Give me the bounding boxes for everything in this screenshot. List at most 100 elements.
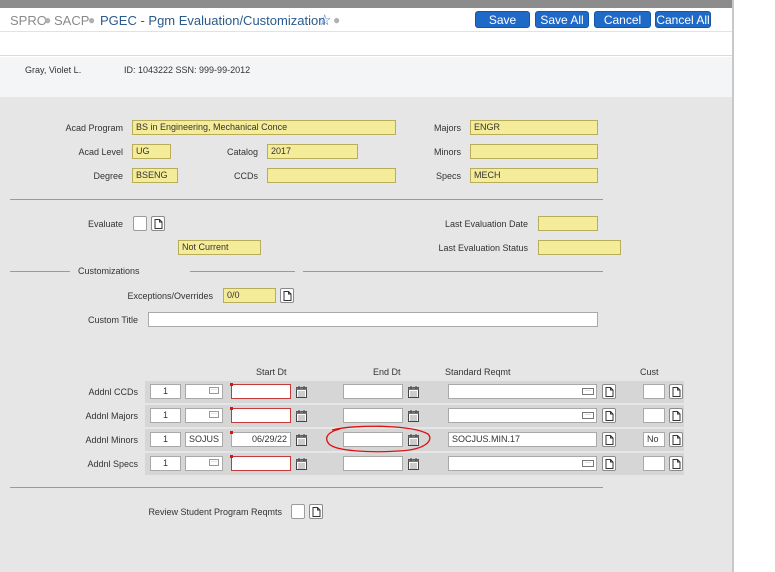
start-date-field[interactable]: 06/29/22 (231, 432, 291, 447)
minors-field[interactable] (470, 144, 598, 159)
lookup-icon[interactable]: ··· (582, 460, 594, 467)
end-date-calendar-icon[interactable] (408, 457, 421, 471)
start-date-field[interactable] (231, 456, 291, 471)
start-date-field[interactable] (231, 408, 291, 423)
lookup-icon[interactable]: ··· (209, 459, 219, 466)
majors-label: Majors (433, 123, 461, 133)
exceptions-label: Exceptions/Overrides (127, 291, 213, 301)
lookup-icon[interactable]: ··· (582, 388, 594, 395)
exceptions-detail-icon[interactable] (280, 288, 294, 303)
custom-title-label: Custom Title (87, 315, 138, 325)
last-eval-date-field[interactable] (538, 216, 598, 231)
divider (303, 271, 603, 272)
end-date-field[interactable] (343, 456, 403, 471)
review-checkbox[interactable] (291, 504, 305, 519)
sequence-field[interactable]: 1 (150, 384, 181, 399)
end-date-header: End Dt (373, 367, 401, 377)
save-all-button[interactable]: Save All (535, 11, 589, 28)
cancel-button[interactable]: Cancel (594, 11, 651, 28)
divider (10, 487, 603, 488)
student-header (0, 57, 732, 97)
breadcrumb-spro[interactable]: SPRO (10, 13, 47, 28)
sequence-field[interactable]: 1 (150, 432, 181, 447)
student-ids: ID: 1043222 SSN: 999-99-2012 (124, 65, 251, 75)
standard-reqmt-field[interactable]: ··· (448, 408, 597, 423)
right-edge (732, 0, 734, 572)
evaluation-status-field: Not Current (178, 240, 261, 255)
ccds-label: CCDs (234, 171, 258, 181)
divider (10, 199, 603, 200)
cust-header: Cust (640, 367, 659, 377)
custom-title-field[interactable] (148, 312, 598, 327)
cust-field[interactable] (643, 384, 665, 399)
start-date-field[interactable] (231, 384, 291, 399)
cust-detail-icon[interactable] (669, 432, 683, 447)
minors-label: Minors (433, 147, 461, 157)
cust-detail-icon[interactable] (669, 456, 683, 471)
cust-detail-icon[interactable] (669, 408, 683, 423)
breadcrumb-separator: ● (44, 13, 52, 27)
grid-row-label: Addnl Specs (87, 459, 138, 469)
toolbar-area (0, 32, 732, 56)
end-date-field[interactable] (343, 384, 403, 399)
acad-level-label: Acad Level (78, 147, 123, 157)
cancel-all-button[interactable]: Cancel All (655, 11, 711, 28)
cust-field[interactable] (643, 456, 665, 471)
reqmt-detail-icon[interactable] (602, 432, 616, 447)
breadcrumb-separator: ● (333, 13, 341, 27)
end-date-calendar-icon[interactable] (408, 385, 421, 399)
reqmt-detail-icon[interactable] (602, 384, 616, 399)
cust-field[interactable]: No (643, 432, 665, 447)
divider (10, 271, 70, 272)
end-date-field[interactable] (343, 408, 403, 423)
start-date-calendar-icon[interactable] (296, 457, 309, 471)
breadcrumb-sacp[interactable]: SACP (54, 13, 89, 28)
last-eval-status-label: Last Evaluation Status (438, 243, 528, 253)
required-marker (230, 431, 233, 434)
favorite-star-icon[interactable]: ☆ (318, 11, 331, 29)
acad-level-field[interactable]: UG (132, 144, 171, 159)
start-date-calendar-icon[interactable] (296, 409, 309, 423)
lookup-icon[interactable]: ··· (209, 411, 219, 418)
cust-field[interactable] (643, 408, 665, 423)
start-date-calendar-icon[interactable] (296, 433, 309, 447)
evaluate-detail-icon[interactable] (151, 216, 165, 231)
standard-reqmt-field[interactable]: ··· (448, 384, 597, 399)
sequence-field[interactable]: 1 (150, 408, 181, 423)
last-eval-status-field[interactable] (538, 240, 621, 255)
last-eval-date-label: Last Evaluation Date (444, 219, 528, 229)
acad-program-label: Acad Program (65, 123, 123, 133)
catalog-field[interactable]: 2017 (267, 144, 358, 159)
lookup-icon[interactable]: ··· (582, 412, 594, 419)
acad-program-field[interactable]: BS in Engineering, Mechanical Conce (132, 120, 396, 135)
cust-detail-icon[interactable] (669, 384, 683, 399)
standard-reqmt-field[interactable]: ··· (448, 456, 597, 471)
degree-field[interactable]: BSENG (132, 168, 178, 183)
lookup-icon[interactable]: ··· (209, 387, 219, 394)
standard-reqmt-field[interactable]: SOCJUS.MIN.17 (448, 432, 597, 447)
start-date-value: 06/29/22 (251, 434, 287, 444)
reqmt-detail-icon[interactable] (602, 408, 616, 423)
grid-row-label: Addnl Majors (85, 411, 138, 421)
reqmt-detail-icon[interactable] (602, 456, 616, 471)
ccds-field[interactable] (267, 168, 396, 183)
evaluate-checkbox[interactable] (133, 216, 147, 231)
review-label: Review Student Program Reqmts (148, 507, 282, 517)
sequence-field[interactable]: 1 (150, 456, 181, 471)
end-date-calendar-icon[interactable] (408, 409, 421, 423)
start-date-calendar-icon[interactable] (296, 385, 309, 399)
review-detail-icon[interactable] (309, 504, 323, 519)
exceptions-field[interactable]: 0/0 (223, 288, 276, 303)
required-marker (230, 407, 233, 410)
start-date-header: Start Dt (256, 367, 287, 377)
degree-label: Degree (93, 171, 123, 181)
code-field[interactable]: SOJUS (185, 432, 223, 447)
standard-reqmt-value: SOCJUS.MIN.17 (452, 434, 521, 444)
evaluate-label: Evaluate (87, 219, 123, 229)
specs-field[interactable]: MECH (470, 168, 598, 183)
save-button[interactable]: Save (475, 11, 530, 28)
customizations-label: Customizations (78, 266, 140, 276)
required-marker (230, 455, 233, 458)
majors-field[interactable]: ENGR (470, 120, 598, 135)
student-name: Gray, Violet L. (25, 65, 82, 75)
